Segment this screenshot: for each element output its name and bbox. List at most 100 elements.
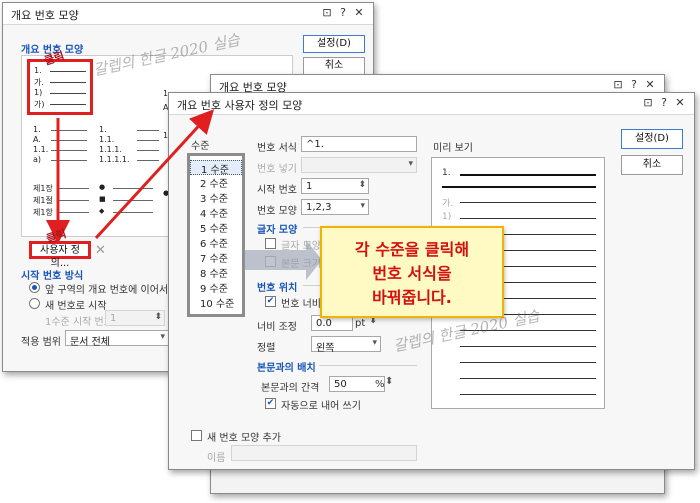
apply-label: 적용 범위 xyxy=(21,337,61,348)
close-icon[interactable]: ✕ xyxy=(351,6,367,19)
preset-line xyxy=(50,104,86,105)
preset-num: 1.1.1. xyxy=(99,145,122,154)
preset-item-3[interactable]: 1. 1.1. 1.1.1. 1.1.1.1. xyxy=(99,123,161,179)
spacing-unit: % xyxy=(375,379,385,390)
align-select[interactable]: 왼쪽 xyxy=(311,336,381,354)
delete-icon[interactable]: ✕ xyxy=(95,243,106,258)
number-shape-label: 번호 모양 xyxy=(257,206,297,217)
name-input[interactable] xyxy=(231,445,417,461)
preview-num: 1. xyxy=(442,168,451,178)
preset-num: 제1절 xyxy=(33,196,53,205)
preset-line xyxy=(113,212,153,213)
help-window-icon[interactable]: ⊡ xyxy=(610,78,626,91)
preset-line xyxy=(113,188,153,189)
start-number-label: 시작 번호 xyxy=(257,185,297,196)
preset-num: 1. xyxy=(99,125,107,134)
preset-num: 제1장 xyxy=(33,184,53,193)
preset-num: 1.1.1.1. xyxy=(99,155,130,164)
help-icon[interactable]: ? xyxy=(335,6,351,19)
callout-line: 번호 서식을 xyxy=(372,264,452,283)
preset-line xyxy=(51,160,87,161)
preview-num: 1) xyxy=(442,212,452,222)
level-list[interactable]: 1 수준 2 수준 3 수준 4 수준 5 수준 6 수준 7 수준 8 수준 … xyxy=(187,153,245,317)
radio-new-start[interactable] xyxy=(29,298,40,309)
level-item[interactable]: 7 수준 xyxy=(190,250,242,265)
callout-line: 바꿔줍니다. xyxy=(372,288,452,307)
close-icon[interactable]: ✕ xyxy=(642,78,658,91)
level-item[interactable]: 5 수준 xyxy=(190,220,242,235)
level-item[interactable]: 1 수준 xyxy=(190,160,242,176)
apply-select[interactable]: 문서 전체 xyxy=(65,330,169,348)
custom-define-button[interactable]: 사용자 정의... xyxy=(29,241,91,269)
help-icon[interactable]: ? xyxy=(626,78,642,91)
level-item[interactable]: 10 수준 xyxy=(190,295,242,310)
bullet-glyph: ● xyxy=(99,183,106,191)
preview-label: 미리 보기 xyxy=(433,143,473,154)
help-icon[interactable]: ? xyxy=(656,96,672,109)
preset-item-2[interactable]: 1. A. 1.1. a) xyxy=(33,123,93,179)
preset-line xyxy=(50,82,86,83)
auto-indent-checkbox[interactable]: ✔ xyxy=(265,398,276,409)
preset-num: 1.1. xyxy=(99,135,115,144)
preview-num: 가. xyxy=(442,199,454,209)
level1-start-input[interactable]: 1 xyxy=(105,310,165,326)
preset-line xyxy=(59,212,89,213)
callout-line: 각 수준을 클릭해 xyxy=(354,240,470,259)
help-window-icon[interactable]: ⊡ xyxy=(640,96,656,109)
insert-select[interactable] xyxy=(301,157,417,173)
format-input[interactable]: ^1. xyxy=(301,136,417,152)
preset-item-5[interactable]: ● ■ ◆ xyxy=(99,183,161,223)
fit-size-checkbox[interactable] xyxy=(265,256,276,267)
level1-start-label: 1수준 시작 번호 xyxy=(45,317,113,328)
preset-line xyxy=(59,188,89,189)
cancel-button[interactable]: 취소 xyxy=(621,155,683,175)
level-item[interactable]: 9 수준 xyxy=(190,280,242,295)
format-label: 번호 서식 xyxy=(257,143,297,154)
level-item[interactable]: 8 수준 xyxy=(190,265,242,280)
preview-line xyxy=(460,378,596,379)
add-shape-checkbox[interactable] xyxy=(191,430,202,441)
preset-num: 1.1. xyxy=(33,145,49,154)
level-item[interactable]: 3 수준 xyxy=(190,190,242,205)
insert-label: 번호 넣기 xyxy=(257,164,297,175)
add-shape-label: 새 번호 모양 추가 xyxy=(207,433,281,444)
start-section-label: 시작 번호 방식 xyxy=(21,271,84,282)
dialog-title: 개요 번호 사용자 정의 모양 xyxy=(177,99,303,112)
radio-new-label: 새 번호로 시작 xyxy=(45,301,107,312)
level-item[interactable]: 6 수준 xyxy=(190,235,242,250)
preset-num: 제1항 xyxy=(33,208,53,217)
level-item[interactable]: 2 수준 xyxy=(190,175,242,190)
radio-continue[interactable] xyxy=(29,282,40,293)
preview-line xyxy=(460,362,596,363)
help-window-icon[interactable]: ⊡ xyxy=(319,6,335,19)
titlebar-icons: ⊡? ✕ xyxy=(610,78,658,91)
char-shape-checkbox[interactable] xyxy=(265,238,276,249)
align-label: 정렬 xyxy=(257,343,276,354)
titlebar-icons: ⊡? ✕ xyxy=(640,96,688,109)
start-number-input[interactable]: 1 xyxy=(301,178,369,194)
cancel-button[interactable]: 취소 xyxy=(303,57,365,75)
spacing-spin-icon[interactable]: ⬍ xyxy=(385,376,393,387)
dialog-titlebar: 개요 번호 사용자 정의 모양 ⊡? ✕ xyxy=(169,93,694,115)
preset-item-4[interactable]: 제1장 제1절 제1항 xyxy=(33,183,93,223)
preset-num: a) xyxy=(33,155,42,164)
number-shape-select[interactable]: 1,2,3 xyxy=(301,199,369,215)
dialog-titlebar: 개요 번호 모양 ⊡? ✕ xyxy=(3,3,373,25)
preset-line xyxy=(137,150,159,151)
width-digits-checkbox[interactable]: ✔ xyxy=(265,296,276,307)
body-section-divider xyxy=(319,365,417,366)
ok-button[interactable]: 설정(D) xyxy=(621,129,683,149)
preset-item-1[interactable]: 1. 가. 1) 가) xyxy=(27,59,93,115)
char-section-label: 글자 모양 xyxy=(257,225,298,236)
preset-line xyxy=(50,71,86,72)
preset-line xyxy=(137,140,159,141)
ok-button[interactable]: 설정(D) xyxy=(303,35,365,53)
spacing-label: 본문과의 간격 xyxy=(261,383,320,394)
close-icon[interactable]: ✕ xyxy=(672,96,688,109)
preset-num: 가) xyxy=(34,100,45,109)
bullet-glyph: ■ xyxy=(99,195,106,203)
level-item[interactable]: 4 수준 xyxy=(190,205,242,220)
body-section-label: 본문과의 배치 xyxy=(257,363,316,374)
titlebar-icons: ⊡? ✕ xyxy=(319,6,367,19)
auto-indent-label: 자동으로 내어 쓰기 xyxy=(281,401,361,412)
